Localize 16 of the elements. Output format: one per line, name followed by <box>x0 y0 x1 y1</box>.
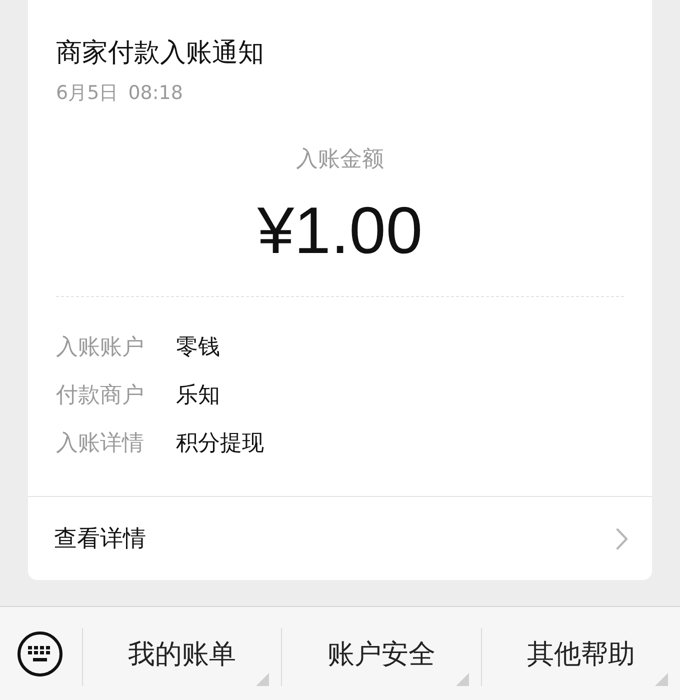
detail-label: 入账账户 <box>56 334 145 362</box>
keyboard-icon <box>17 630 63 676</box>
detail-value: 乐知 <box>176 382 220 410</box>
notification-title: 商家付款入账通知 <box>56 37 264 70</box>
detail-label: 付款商户 <box>56 382 145 410</box>
detail-value: 积分提现 <box>176 430 264 458</box>
detail-value: 零钱 <box>176 334 220 362</box>
amount-value: ¥1.00 <box>257 194 423 266</box>
chevron-right-icon <box>616 528 628 550</box>
detail-label: 入账详情 <box>56 430 145 458</box>
menu-button[interactable]: 我的账单 <box>82 628 282 686</box>
amount-label: 入账金额 <box>296 146 384 174</box>
menu-button[interactable]: 账户安全 <box>281 628 481 686</box>
notification-time: 6月5日 08:18 <box>56 81 183 106</box>
menu-button[interactable]: 其他帮助 <box>480 628 680 686</box>
view-details-link[interactable]: 查看详情 <box>28 496 652 580</box>
